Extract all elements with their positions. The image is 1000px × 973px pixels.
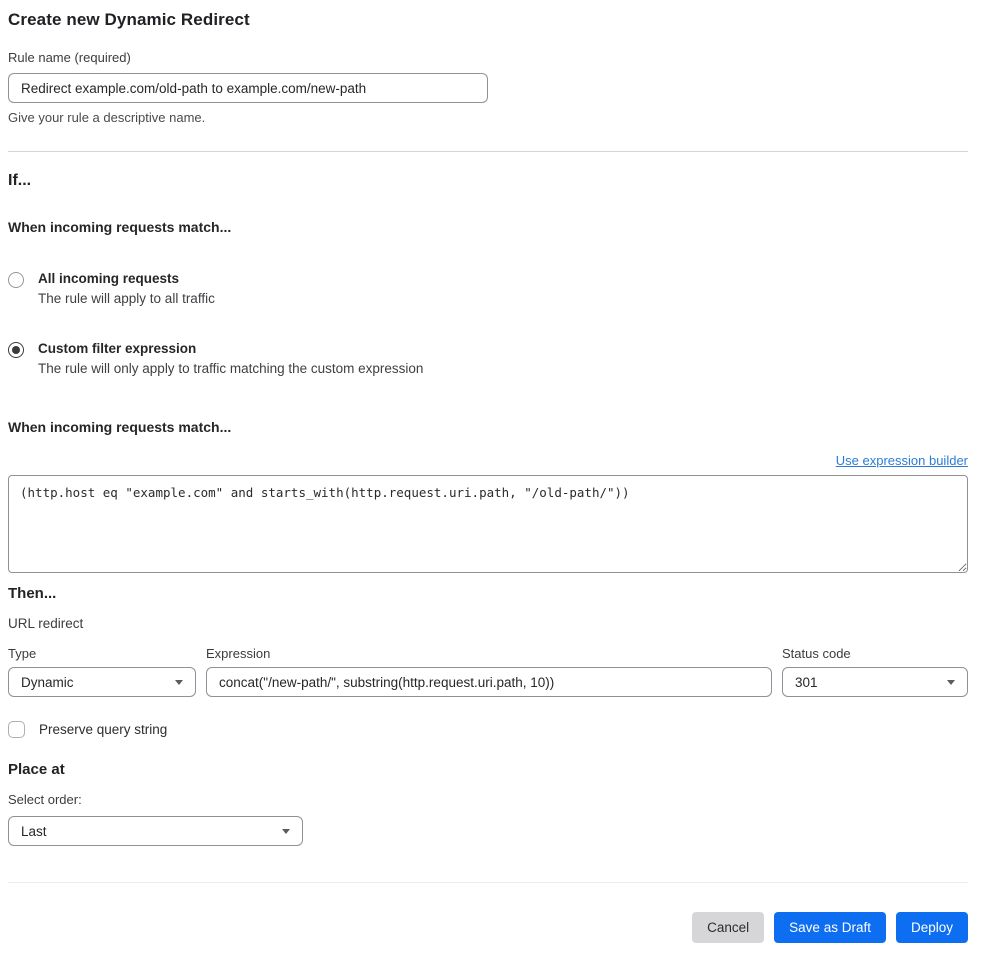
chevron-down-icon	[175, 679, 183, 685]
type-select-value: Dynamic	[21, 674, 74, 690]
status-code-label: Status code	[782, 646, 851, 661]
section-divider	[8, 151, 968, 152]
option-description: The rule will only apply to traffic matc…	[38, 361, 424, 376]
select-order-label: Select order:	[8, 792, 82, 807]
chevron-down-icon	[947, 679, 955, 685]
filter-expression-textarea[interactable]: (http.host eq "example.com" and starts_w…	[8, 475, 968, 573]
rule-name-input[interactable]	[8, 73, 488, 103]
preserve-query-string-option[interactable]: Preserve query string	[8, 721, 968, 738]
rule-name-label: Rule name (required)	[8, 50, 131, 65]
if-heading: If...	[8, 172, 32, 189]
page-title: Create new Dynamic Redirect	[8, 10, 250, 29]
order-select-value: Last	[21, 823, 47, 839]
radio-selected-icon[interactable]	[8, 342, 24, 358]
type-label: Type	[8, 646, 37, 661]
place-at-heading: Place at	[8, 761, 65, 778]
type-field: Type Dynamic	[8, 646, 196, 697]
status-code-select[interactable]: 301	[782, 667, 968, 697]
option-label: Custom filter expression	[38, 341, 197, 356]
radio-unselected-icon[interactable]	[8, 272, 24, 288]
footer-actions: Cancel Save as Draft Deploy	[8, 912, 968, 943]
builder-link-row: Use expression builder	[8, 452, 968, 470]
rule-name-help: Give your rule a descriptive name.	[8, 110, 206, 125]
type-select[interactable]: Dynamic	[8, 667, 196, 697]
status-code-select-value: 301	[795, 674, 818, 690]
option-text: Custom filter expression The rule will o…	[38, 341, 423, 376]
match-heading: When incoming requests match...	[8, 219, 232, 235]
option-custom-filter-expression[interactable]: Custom filter expression The rule will o…	[8, 341, 968, 376]
expression-label: Expression	[206, 646, 271, 661]
then-heading: Then...	[8, 585, 57, 602]
option-label: All incoming requests	[38, 271, 180, 286]
cancel-button[interactable]: Cancel	[692, 912, 765, 943]
redirect-expression-input[interactable]	[206, 667, 772, 697]
option-text: All incoming requests The rule will appl…	[38, 271, 215, 306]
use-expression-builder-link[interactable]: Use expression builder	[836, 453, 968, 468]
footer-divider	[8, 882, 968, 883]
deploy-button[interactable]: Deploy	[895, 912, 968, 943]
chevron-down-icon	[282, 828, 290, 834]
action-type-label: URL redirect	[8, 616, 84, 631]
status-code-field: Status code 301	[782, 646, 968, 697]
option-all-incoming-requests[interactable]: All incoming requests The rule will appl…	[8, 271, 968, 306]
preserve-query-string-label: Preserve query string	[39, 722, 168, 737]
redirect-fields-row: Type Dynamic Expression Status code 301	[8, 646, 968, 697]
checkbox-unchecked-icon[interactable]	[8, 721, 25, 738]
save-as-draft-button[interactable]: Save as Draft	[774, 912, 886, 943]
expression-heading: When incoming requests match...	[8, 419, 232, 435]
create-redirect-form: Create new Dynamic Redirect Rule name (r…	[0, 0, 1000, 973]
option-description: The rule will apply to all traffic	[38, 291, 215, 306]
order-select[interactable]: Last	[8, 816, 303, 846]
expression-field: Expression	[206, 646, 772, 697]
